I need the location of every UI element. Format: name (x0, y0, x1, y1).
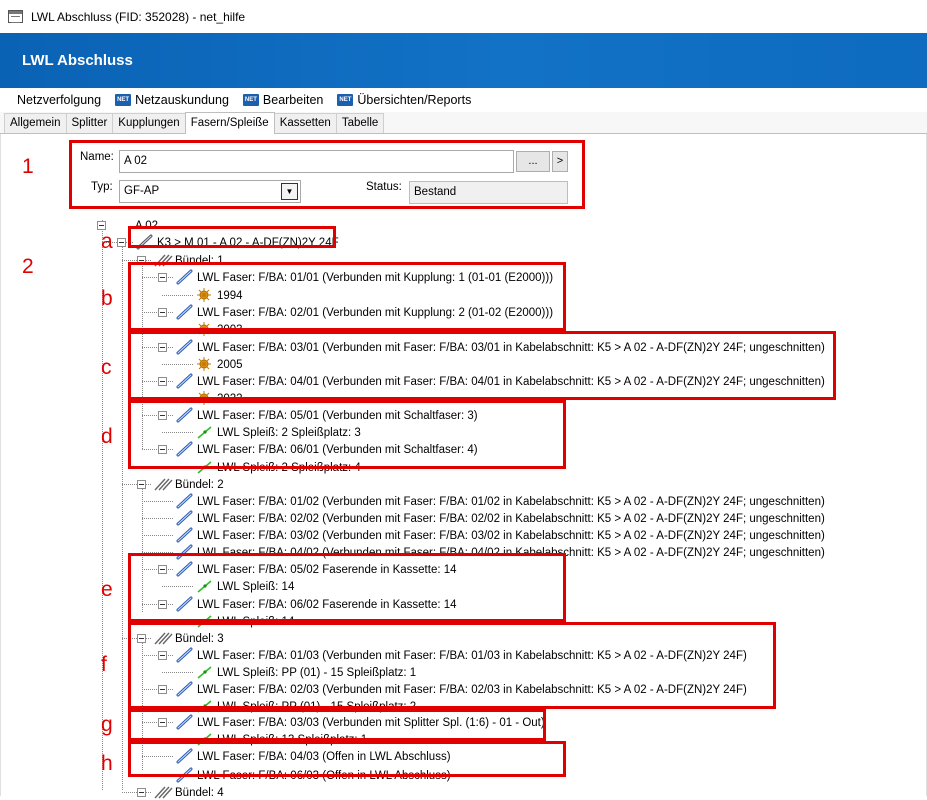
annotation-b: b (101, 287, 113, 310)
highlight-box-d (128, 400, 566, 469)
tree-connector-line (142, 518, 173, 519)
bundle-icon (154, 786, 173, 799)
tree-node-fiber[interactable]: LWL Faser: F/BA: 02/02 (Verbunden mit Fa… (197, 512, 825, 526)
annotation-e: e (101, 578, 113, 601)
tree-connector-line (142, 535, 173, 536)
tree-collapse-toggle[interactable] (97, 221, 106, 230)
annotation-1: 1 (22, 155, 34, 178)
highlight-box-a (128, 226, 336, 248)
fiber-icon (176, 510, 193, 526)
annotation-2: 2 (22, 255, 34, 278)
highlight-box-h (128, 741, 566, 777)
tree-node-fiber[interactable]: LWL Faser: F/BA: 01/02 (Verbunden mit Fa… (197, 495, 825, 509)
annotation-f: f (101, 653, 107, 676)
highlight-box-c (128, 331, 836, 400)
highlight-box-1 (69, 140, 585, 209)
annotation-g: g (101, 713, 113, 736)
tree-collapse-toggle[interactable] (117, 238, 126, 247)
fiber-icon (176, 493, 193, 509)
highlight-box-g (128, 709, 546, 741)
tree-guide-line (122, 245, 123, 790)
bundle-icon (154, 478, 173, 491)
annotation-c: c (101, 356, 112, 379)
fiber-icon (176, 527, 193, 543)
highlight-box-e (128, 553, 566, 622)
tree-node-fiber[interactable]: LWL Faser: F/BA: 03/02 (Verbunden mit Fa… (197, 529, 825, 543)
tree-node-bundle-4[interactable]: Bündel: 4 (175, 786, 224, 800)
annotation-a: a (101, 230, 113, 253)
tree-node-bundle-2[interactable]: Bündel: 2 (175, 478, 224, 492)
tree-collapse-toggle[interactable] (137, 480, 146, 489)
annotation-h: h (101, 752, 113, 775)
highlight-box-b (128, 262, 566, 331)
tree-connector-line (142, 501, 173, 502)
annotation-d: d (101, 425, 113, 448)
highlight-box-f (128, 622, 776, 709)
tree-scrollbar[interactable] (912, 196, 927, 796)
